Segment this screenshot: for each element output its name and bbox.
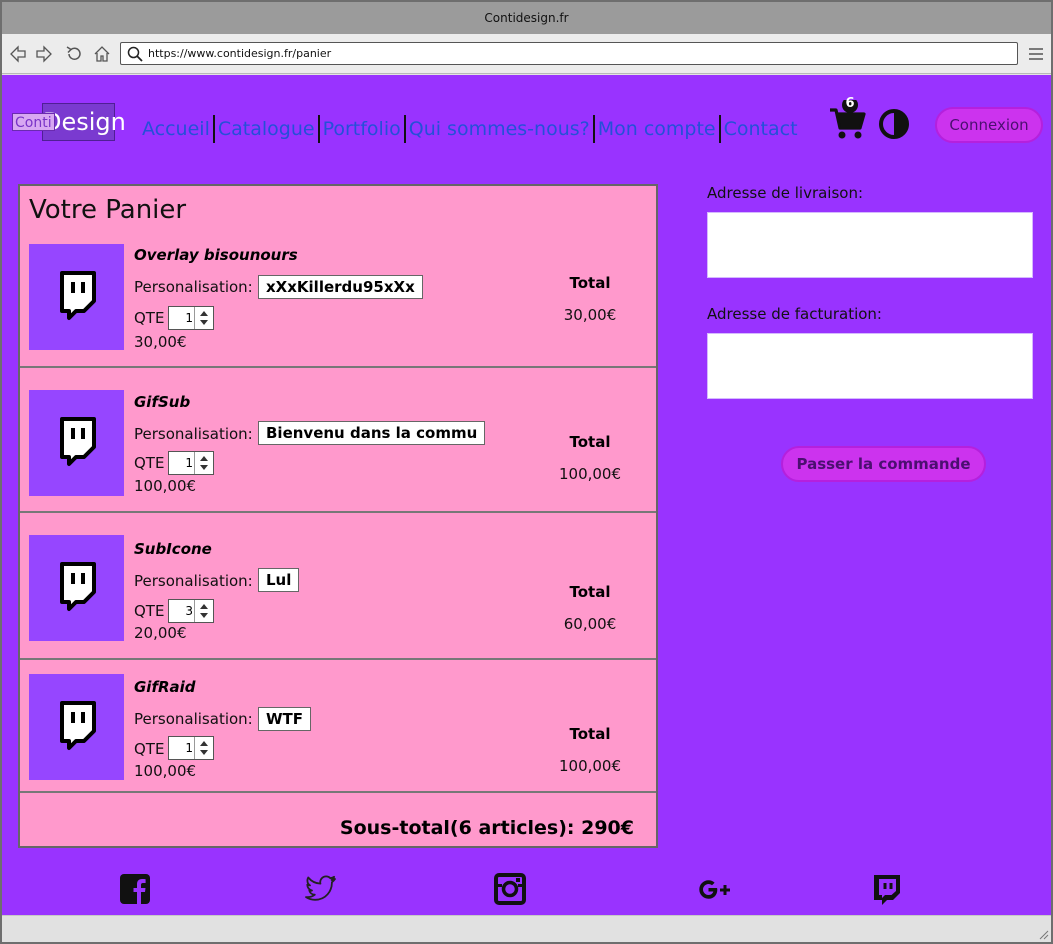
qty-label: QTE	[134, 602, 165, 620]
product-thumbnail[interactable]	[29, 535, 124, 641]
customization-label: Personalisation:	[134, 278, 253, 296]
cart-item: SubIcone Personalisation: Lul QTE 3 20,0…	[20, 511, 656, 659]
cart-item: Overlay bisounours Personalisation: xXxK…	[20, 186, 656, 368]
home-icon[interactable]	[92, 44, 112, 64]
total-label: Total	[569, 725, 611, 743]
subtotal-text: Sous-total(6 articles): 290€	[339, 817, 634, 839]
nav-catalogue[interactable]: Catalogue	[215, 114, 318, 144]
site-logo[interactable]: Design Conti	[10, 103, 126, 141]
item-total: 60,00€	[563, 615, 617, 633]
web-page: Design Conti Accueil Catalogue Portfolio…	[2, 75, 1051, 915]
qty-stepper[interactable]: 1	[168, 451, 214, 475]
twitch-icon[interactable]	[870, 872, 904, 906]
product-name: SubIcone	[134, 540, 212, 558]
nav-qui-sommes-nous[interactable]: Qui sommes-nous?	[406, 114, 593, 144]
resize-grip-icon[interactable]	[1037, 928, 1049, 940]
item-total: 30,00€	[563, 306, 617, 324]
spinner-arrows-icon[interactable]	[194, 307, 213, 329]
facebook-icon[interactable]	[118, 872, 152, 906]
nav-accueil[interactable]: Accueil	[139, 114, 213, 144]
cart-button[interactable]: 6	[828, 96, 866, 142]
item-total: 100,00€	[558, 465, 622, 483]
cart-item: GifSub Personalisation: Bienvenu dans la…	[20, 366, 656, 512]
billing-address-label: Adresse de facturation:	[707, 305, 882, 323]
cart-panel: Votre Panier Overlay bisounours Personal…	[18, 184, 658, 848]
cart-count-badge: 6	[845, 96, 855, 111]
qty-value: 1	[185, 456, 193, 470]
qty-stepper[interactable]: 1	[168, 736, 214, 760]
address-bar[interactable]: https://www.contidesign.fr/panier	[120, 42, 1018, 65]
qty-label: QTE	[134, 740, 165, 758]
twitch-icon	[59, 271, 96, 320]
menu-icon[interactable]	[1026, 44, 1046, 64]
customization-value[interactable]: Bienvenu dans la commu	[258, 421, 486, 445]
browser-window: Contidesign.fr https://www.contidesign.f…	[0, 0, 1053, 944]
qty-stepper[interactable]: 3	[168, 599, 214, 623]
qty-value: 3	[185, 604, 193, 618]
product-thumbnail[interactable]	[29, 244, 124, 350]
search-icon	[126, 45, 144, 63]
shipping-address-label: Adresse de livraison:	[707, 184, 864, 202]
window-title: Contidesign.fr	[2, 2, 1051, 34]
spinner-arrows-icon[interactable]	[194, 600, 213, 622]
twitch-icon	[59, 417, 96, 466]
nav-mon-compte[interactable]: Mon compte	[595, 114, 719, 144]
contrast-toggle-icon[interactable]	[878, 108, 910, 140]
product-name: GifRaid	[134, 678, 196, 696]
reload-icon[interactable]	[64, 44, 84, 64]
product-thumbnail[interactable]	[29, 674, 124, 780]
unit-price: 20,00€	[134, 624, 187, 642]
nav-portfolio[interactable]: Portfolio	[320, 114, 404, 144]
instagram-icon[interactable]	[493, 872, 527, 906]
total-label: Total	[569, 583, 611, 601]
twitter-icon[interactable]	[304, 872, 338, 906]
customization-label: Personalisation:	[134, 425, 253, 443]
qty-value: 1	[185, 311, 193, 325]
back-icon[interactable]	[8, 44, 28, 64]
customization-value[interactable]: WTF	[258, 707, 312, 731]
spinner-arrows-icon[interactable]	[194, 737, 213, 759]
qty-value: 1	[185, 741, 193, 755]
google-plus-icon[interactable]	[698, 872, 732, 906]
shipping-address-field[interactable]	[707, 212, 1033, 278]
unit-price: 100,00€	[134, 477, 197, 495]
qty-stepper[interactable]: 1	[168, 306, 214, 330]
customization-label: Personalisation:	[134, 572, 253, 590]
subtotal-row: Sous-total(6 articles): 290€	[20, 791, 656, 846]
product-name: GifSub	[134, 393, 191, 411]
nav-contact[interactable]: Contact	[721, 114, 801, 144]
forward-icon[interactable]	[34, 44, 54, 64]
billing-address-field[interactable]	[707, 333, 1033, 399]
unit-price: 100,00€	[134, 762, 197, 780]
item-total: 100,00€	[558, 757, 622, 775]
spinner-arrows-icon[interactable]	[194, 452, 213, 474]
customization-value[interactable]: Lul	[258, 568, 300, 592]
unit-price: 30,00€	[134, 333, 187, 351]
total-label: Total	[569, 433, 611, 451]
product-thumbnail[interactable]	[29, 390, 124, 496]
twitch-icon	[59, 701, 96, 750]
logo-conti-text: Conti	[12, 113, 55, 131]
customization-label: Personalisation:	[134, 710, 253, 728]
login-button[interactable]: Connexion	[935, 107, 1043, 143]
status-bar	[2, 915, 1051, 942]
qty-label: QTE	[134, 454, 165, 472]
place-order-button[interactable]: Passer la commande	[781, 446, 986, 482]
main-nav: Accueil Catalogue Portfolio Qui sommes-n…	[139, 114, 801, 144]
total-label: Total	[569, 274, 611, 292]
cart-item: GifRaid Personalisation: WTF QTE 1 100,0…	[20, 658, 656, 792]
qty-label: QTE	[134, 309, 165, 327]
product-name: Overlay bisounours	[134, 246, 298, 264]
browser-toolbar: https://www.contidesign.fr/panier	[2, 34, 1051, 74]
twitch-icon	[59, 562, 96, 611]
url-text: https://www.contidesign.fr/panier	[148, 47, 332, 60]
customization-value[interactable]: xXxKillerdu95xXx	[258, 275, 423, 299]
